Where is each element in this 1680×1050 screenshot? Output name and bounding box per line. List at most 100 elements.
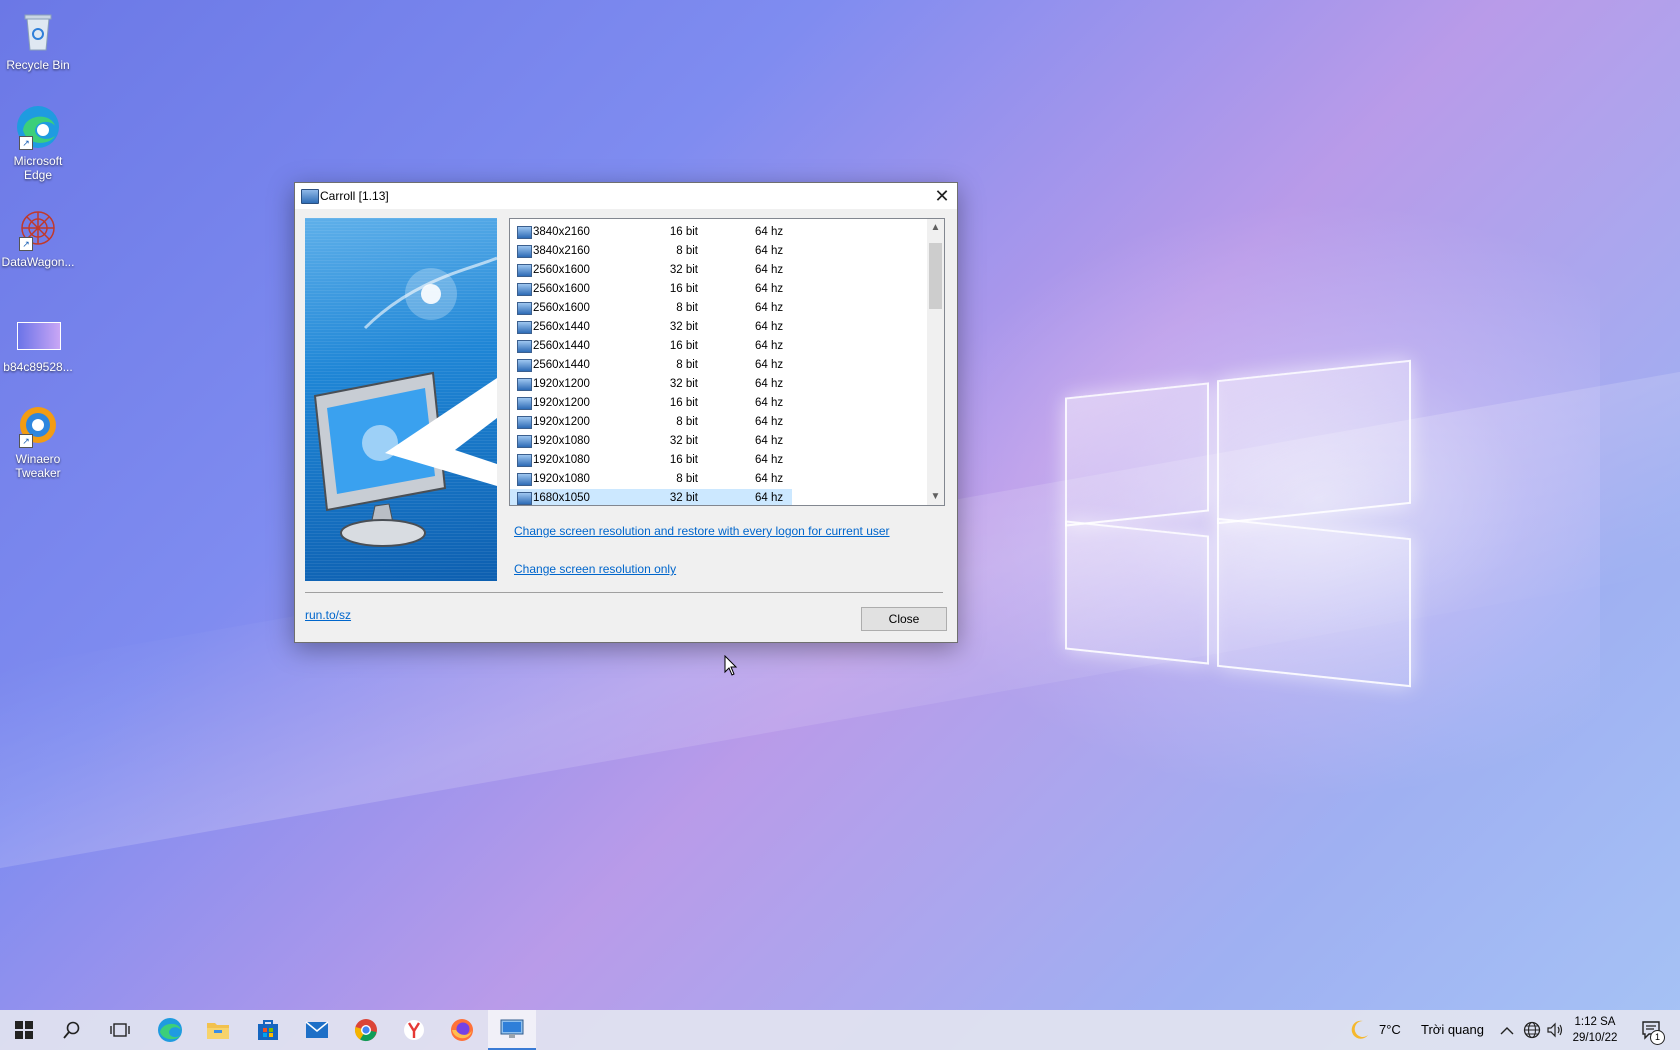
desktop-icon-winaero-tweaker[interactable]: ↗ Winaero Tweaker (0, 402, 76, 480)
monitor-icon (517, 473, 532, 486)
resolution-value: 1920x1080 (533, 473, 590, 485)
taskbar-yandex[interactable] (390, 1010, 438, 1050)
color-depth-value: 16 bit (669, 397, 698, 409)
clock[interactable]: 1:12 SA 29/10/22 (1560, 1014, 1630, 1046)
monitor-icon (517, 378, 532, 391)
color-depth-value: 32 bit (669, 378, 698, 390)
scroll-up-arrow-icon[interactable]: ▲ (927, 219, 944, 236)
resolution-value: 2560x1440 (533, 321, 590, 333)
website-link[interactable]: run.to/sz (305, 608, 351, 622)
dialog-close-icon[interactable]: ✕ (927, 183, 957, 209)
refresh-rate-value: 64 hz (755, 397, 784, 409)
desktop-icon-edge[interactable]: ↗ Microsoft Edge (0, 104, 76, 182)
taskbar-mail[interactable] (293, 1010, 341, 1050)
dialog-separator (305, 592, 943, 593)
show-hidden-icons-button[interactable] (1500, 1023, 1514, 1041)
start-button[interactable] (0, 1010, 48, 1050)
resolution-list-item[interactable]: 2560x1600 32 bit 64 hz (510, 261, 792, 280)
clock-time: 1:12 SA (1574, 1016, 1616, 1028)
monitor-icon (517, 359, 532, 372)
desktop-icon-datawagon[interactable]: ↗ DataWagon... (0, 205, 76, 269)
mail-icon (305, 1021, 329, 1038)
color-depth-value: 16 bit (669, 340, 698, 352)
mouse-cursor-icon (724, 655, 738, 676)
task-view-button[interactable] (96, 1010, 144, 1050)
scrollbar-thumb[interactable] (929, 243, 942, 309)
color-depth-value: 8 bit (676, 302, 698, 314)
task-view-icon (110, 1023, 130, 1037)
globe-icon (1523, 1021, 1541, 1039)
refresh-rate-value: 64 hz (755, 416, 784, 428)
change-resolution-restore-link[interactable]: Change screen resolution and restore wit… (514, 524, 890, 538)
resolution-list-item[interactable]: 3840x2160 8 bit 64 hz (510, 242, 792, 261)
desktop-icon-label: Recycle Bin (6, 58, 70, 72)
resolution-list-item[interactable]: 2560x1600 8 bit 64 hz (510, 299, 792, 318)
resolution-value: 1920x1080 (533, 454, 590, 466)
dialog-titlebar[interactable]: Carroll [1.13] ✕ (295, 183, 957, 209)
resolution-list-item[interactable]: 2560x1440 16 bit 64 hz (510, 337, 792, 356)
color-depth-value: 32 bit (669, 435, 698, 447)
resolution-list-item[interactable]: 1920x1080 16 bit 64 hz (510, 451, 792, 470)
recycle-bin-icon (15, 8, 61, 54)
refresh-rate-value: 64 hz (755, 492, 784, 504)
taskbar-firefox[interactable] (438, 1010, 486, 1050)
resolution-list-item[interactable]: 1920x1080 8 bit 64 hz (510, 470, 792, 489)
resolution-list-item[interactable]: 1920x1200 32 bit 64 hz (510, 375, 792, 394)
edge-icon (158, 1018, 182, 1042)
resolution-value: 1920x1200 (533, 397, 590, 409)
desktop-icon-image-file[interactable]: b84c89528... (0, 310, 76, 374)
resolution-value: 2560x1600 (533, 302, 590, 314)
resolution-list-item[interactable]: 1920x1080 32 bit 64 hz (510, 432, 792, 451)
color-depth-value: 8 bit (676, 245, 698, 257)
resolution-listbox[interactable]: 3840x2160 16 bit 64 hz 3840x2160 8 bit 64 hz 2… (509, 218, 945, 506)
monitor-icon (517, 245, 532, 258)
color-depth-value: 32 bit (669, 264, 698, 276)
taskbar-chrome[interactable] (342, 1010, 390, 1050)
refresh-rate-value: 64 hz (755, 264, 784, 276)
network-button[interactable] (1523, 1021, 1541, 1044)
resolution-list-item[interactable]: 1920x1200 8 bit 64 hz (510, 413, 792, 432)
resolution-list-item[interactable]: 2560x1600 16 bit 64 hz (510, 280, 792, 299)
desktop-icon-label: b84c89528... (3, 360, 73, 374)
monitor-icon (517, 226, 532, 239)
monitor-icon (517, 492, 532, 505)
taskbar-store[interactable] (244, 1010, 292, 1050)
monitor-icon (517, 302, 532, 315)
color-depth-value: 16 bit (669, 283, 698, 295)
taskbar-carroll[interactable] (488, 1010, 536, 1050)
monitor-icon (517, 264, 532, 277)
listbox-scrollbar[interactable]: ▲ ▼ (927, 219, 944, 505)
firefox-icon (451, 1019, 473, 1041)
monitor-icon (517, 340, 532, 353)
search-button[interactable] (48, 1010, 96, 1050)
scroll-down-arrow-icon[interactable]: ▼ (927, 488, 944, 505)
desktop-icon-label: Microsoft Edge (13, 154, 63, 182)
resolution-list-item[interactable]: 3840x2160 16 bit 64 hz (510, 223, 792, 242)
store-icon (258, 1020, 278, 1040)
close-button[interactable]: Close (861, 607, 947, 631)
datawagon-icon: ↗ (15, 205, 61, 251)
monitor-icon (517, 283, 532, 296)
monitor-icon (517, 321, 532, 334)
action-center-button[interactable]: 1 (1638, 1018, 1665, 1045)
refresh-rate-value: 64 hz (755, 302, 784, 314)
edge-icon: ↗ (15, 104, 61, 150)
search-icon (63, 1021, 80, 1039)
taskbar-edge[interactable] (146, 1010, 194, 1050)
color-depth-value: 16 bit (669, 454, 698, 466)
resolution-list-item[interactable]: 2560x1440 8 bit 64 hz (510, 356, 792, 375)
start-icon (15, 1021, 33, 1039)
refresh-rate-value: 64 hz (755, 245, 784, 257)
carroll-app-icon (301, 189, 319, 204)
monitor-icon (517, 416, 532, 429)
yandex-icon (404, 1020, 424, 1040)
taskbar-file-explorer[interactable] (194, 1010, 242, 1050)
weather-temperature: 7°C (1379, 1022, 1401, 1037)
desktop-icon-recycle-bin[interactable]: Recycle Bin (0, 8, 76, 72)
resolution-list-item[interactable]: 1680x1050 32 bit 64 hz (510, 489, 792, 505)
resolution-list-item[interactable]: 2560x1440 32 bit 64 hz (510, 318, 792, 337)
moon-icon (1351, 1020, 1368, 1039)
change-resolution-only-link[interactable]: Change screen resolution only (514, 562, 676, 576)
resolution-list-item[interactable]: 1920x1200 16 bit 64 hz (510, 394, 792, 413)
resolution-value: 1920x1080 (533, 435, 590, 447)
